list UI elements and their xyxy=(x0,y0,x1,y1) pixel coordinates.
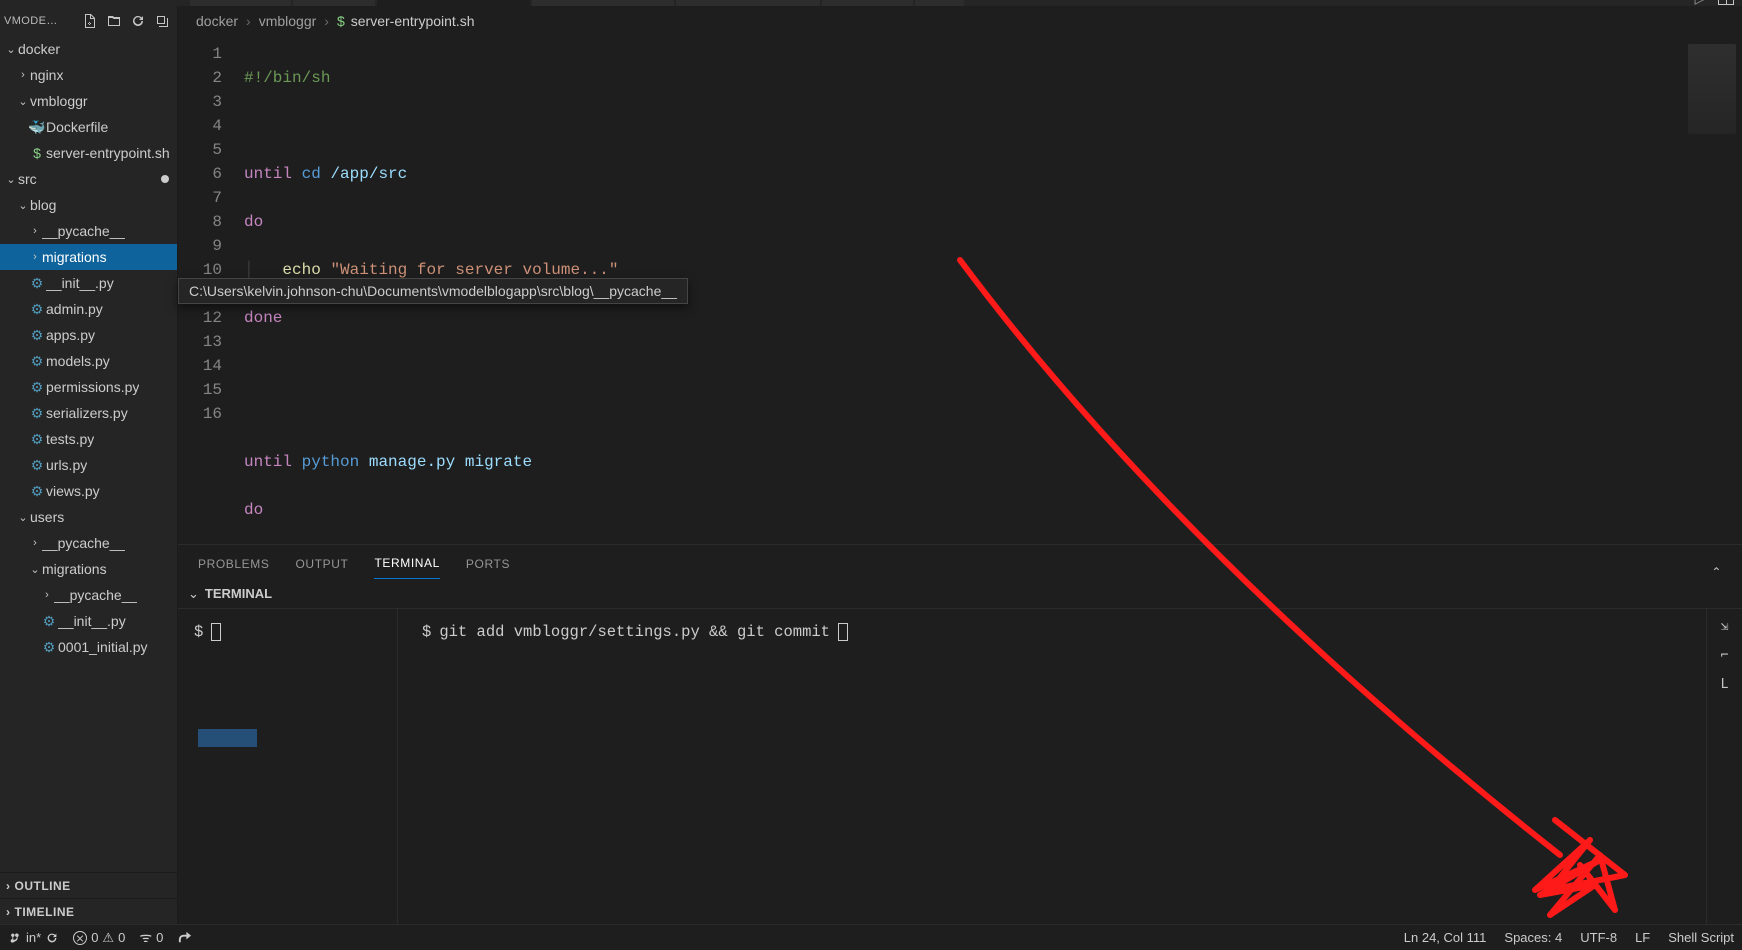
tree-file-entrypoint[interactable]: $server-entrypoint.sh xyxy=(0,140,177,166)
tree-folder-src[interactable]: ⌄src xyxy=(0,166,177,192)
minimap[interactable] xyxy=(1680,36,1742,544)
terminal-instance-icon[interactable]: ⌐ xyxy=(1721,648,1729,663)
chevron-right-icon: › xyxy=(324,13,329,29)
warning-icon: ⚠ xyxy=(102,930,114,946)
panel-tab-bar: PROBLEMS OUTPUT TERMINAL PORTS ⌃ xyxy=(178,545,1742,579)
tree-file-permissions[interactable]: ⚙permissions.py xyxy=(0,374,177,400)
tree-folder-vmbloggr[interactable]: ⌄vmbloggr xyxy=(0,88,177,114)
status-branch[interactable]: in* xyxy=(8,930,59,945)
tree-file-initial[interactable]: ⚙0001_initial.py xyxy=(0,634,177,660)
collapse-all-icon[interactable] xyxy=(153,12,171,30)
explorer-header: VMODE… xyxy=(0,6,177,36)
status-language[interactable]: Shell Script xyxy=(1668,930,1734,945)
tree-folder-blog[interactable]: ⌄blog xyxy=(0,192,177,218)
tree-file-init-migrations[interactable]: ⚙__init__.py xyxy=(0,608,177,634)
tree-folder-migrations-blog[interactable]: ›migrations xyxy=(0,244,177,270)
live-share-icon xyxy=(177,930,192,945)
new-folder-icon[interactable] xyxy=(105,12,123,30)
chevron-right-icon: › xyxy=(6,905,11,919)
terminal-instance-icon[interactable]: L xyxy=(1721,677,1729,692)
breadcrumb-file[interactable]: $server-entrypoint.sh xyxy=(337,13,475,29)
tree-file-init-blog[interactable]: ⚙__init__.py xyxy=(0,270,177,296)
chevron-down-icon: ⌄ xyxy=(188,586,199,602)
breadcrumb-segment[interactable]: vmbloggr xyxy=(259,13,317,29)
terminal-side-icons: ⇲ ⌐ L xyxy=(1706,609,1742,924)
tree-folder-migrations-users[interactable]: ⌄migrations xyxy=(0,556,177,582)
status-ports[interactable]: ᯤ 0 xyxy=(139,928,163,947)
panel-tab-problems[interactable]: PROBLEMS xyxy=(198,549,270,579)
tree-file-apps[interactable]: ⚙apps.py xyxy=(0,322,177,348)
tree-folder-pycache-users[interactable]: ›__pycache__ xyxy=(0,530,177,556)
status-eol[interactable]: LF xyxy=(1635,930,1650,945)
breadcrumb-segment[interactable]: docker xyxy=(196,13,238,29)
tree-file-views[interactable]: ⚙views.py xyxy=(0,478,177,504)
panel-tab-output[interactable]: OUTPUT xyxy=(296,549,349,579)
file-tree: ⌄docker ›nginx ⌄vmbloggr 🐳Dockerfile $se… xyxy=(0,36,177,872)
refresh-icon[interactable] xyxy=(129,12,147,30)
status-encoding[interactable]: UTF-8 xyxy=(1580,930,1617,945)
tree-file-models[interactable]: ⚙models.py xyxy=(0,348,177,374)
chevron-up-icon[interactable]: ⌃ xyxy=(1711,565,1722,579)
tree-file-tests[interactable]: ⚙tests.py xyxy=(0,426,177,452)
panel-tab-ports[interactable]: PORTS xyxy=(466,549,510,579)
tree-folder-users[interactable]: ⌄users xyxy=(0,504,177,530)
terminal-selection xyxy=(198,729,257,747)
bottom-panel: PROBLEMS OUTPUT TERMINAL PORTS ⌃ ⌄ TERMI… xyxy=(178,544,1742,924)
tree-file-admin[interactable]: ⚙admin.py xyxy=(0,296,177,322)
status-bar: in* 0 ⚠ 0 ᯤ 0 Ln 24, Col 111 Spaces: 4 U… xyxy=(0,924,1742,950)
tree-folder-nginx[interactable]: ›nginx xyxy=(0,62,177,88)
git-branch-icon xyxy=(8,931,22,945)
tree-file-dockerfile[interactable]: 🐳Dockerfile xyxy=(0,114,177,140)
explorer-sidebar: VMODE… ⌄docker ›nginx ⌄vmbloggr 🐳Dockerf… xyxy=(0,6,178,924)
terminal-cursor-icon xyxy=(838,623,848,641)
project-name: VMODE… xyxy=(4,15,81,27)
status-indentation[interactable]: Spaces: 4 xyxy=(1504,930,1562,945)
sync-icon xyxy=(45,931,59,945)
tree-file-serializers[interactable]: ⚙serializers.py xyxy=(0,400,177,426)
terminal-cursor-icon xyxy=(211,623,221,641)
status-live-share[interactable] xyxy=(177,930,192,945)
tree-folder-pycache-blog[interactable]: ›__pycache__ xyxy=(0,218,177,244)
status-errors[interactable]: 0 ⚠ 0 xyxy=(73,930,125,946)
new-file-icon[interactable] xyxy=(81,12,99,30)
tree-folder-pycache-migrations[interactable]: ›__pycache__ xyxy=(0,582,177,608)
breadcrumb[interactable]: docker › vmbloggr › $server-entrypoint.s… xyxy=(178,6,1742,36)
dirty-indicator-icon xyxy=(161,175,169,183)
chevron-right-icon: › xyxy=(246,13,251,29)
outline-section[interactable]: ›OUTLINE xyxy=(0,872,177,898)
path-tooltip: C:\Users\kelvin.johnson-chu\Documents\vm… xyxy=(178,278,688,304)
status-cursor-position[interactable]: Ln 24, Col 111 xyxy=(1404,930,1487,945)
tree-file-urls[interactable]: ⚙urls.py xyxy=(0,452,177,478)
chevron-right-icon: › xyxy=(6,879,11,893)
timeline-section[interactable]: ›TIMELINE xyxy=(0,898,177,924)
broadcast-icon: ᯤ xyxy=(139,928,152,947)
tree-folder-docker[interactable]: ⌄docker xyxy=(0,36,177,62)
panel-tab-terminal[interactable]: TERMINAL xyxy=(374,548,439,579)
terminal-pane-left[interactable]: $ xyxy=(178,609,398,924)
error-icon xyxy=(73,931,87,945)
maximize-panel-icon[interactable]: ⇲ xyxy=(1721,619,1729,634)
terminal-group-header[interactable]: ⌄ TERMINAL xyxy=(178,579,1742,609)
terminal-pane-right[interactable]: $ git add vmbloggr/settings.py && git co… xyxy=(398,609,1706,924)
